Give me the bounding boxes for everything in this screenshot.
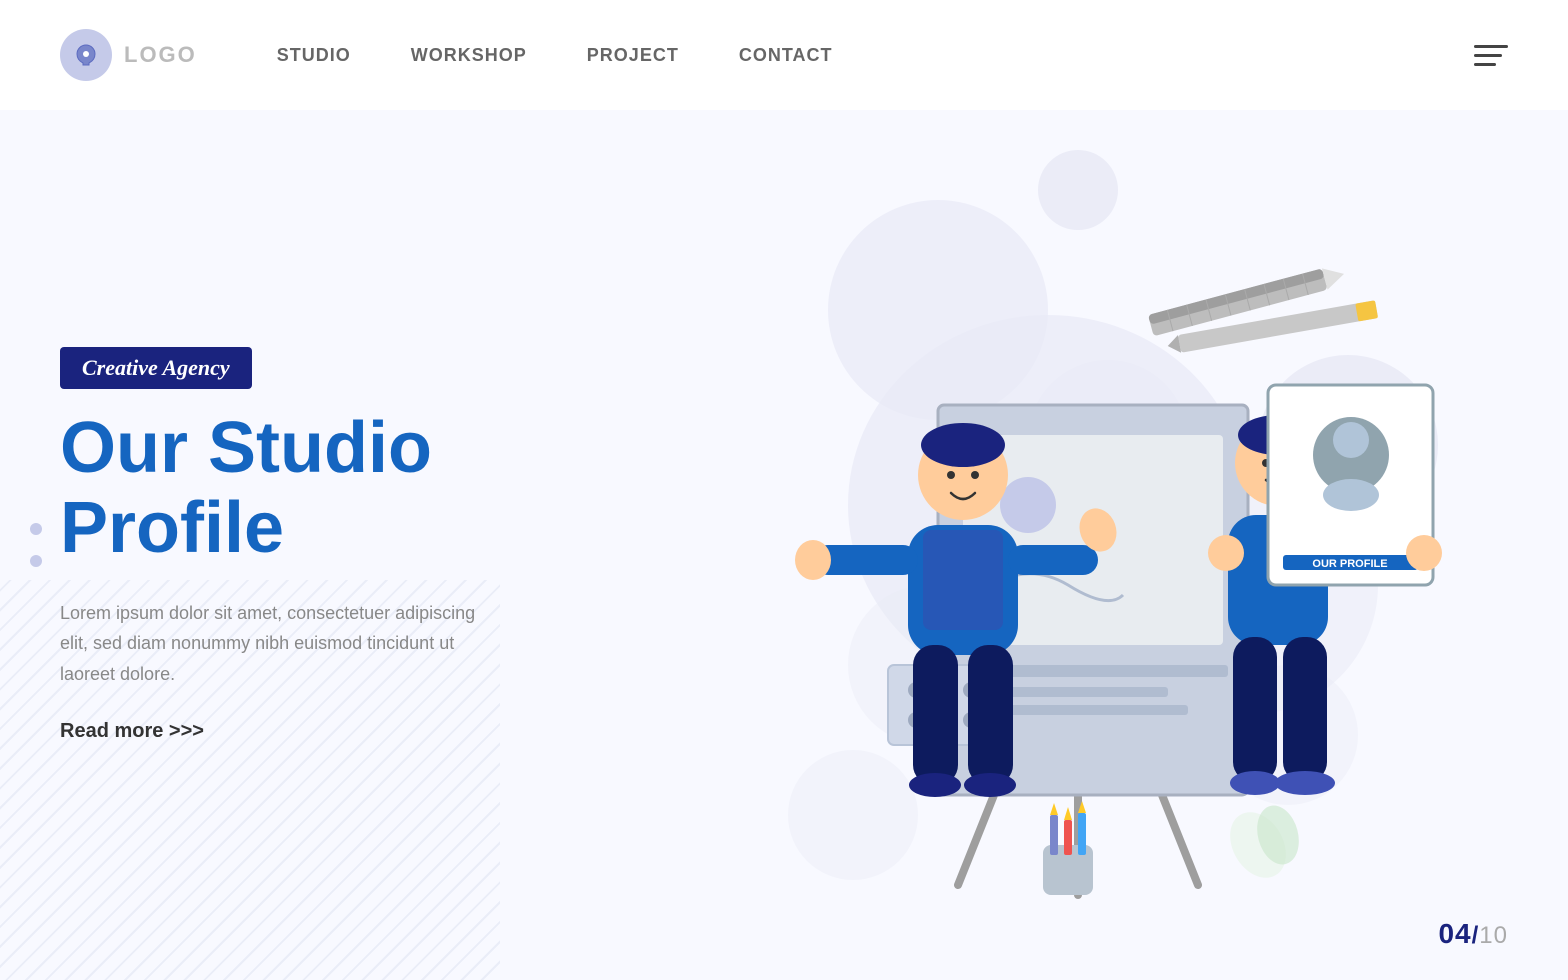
- dot-2: [30, 555, 42, 567]
- navbar: LOGO STUDIO WORKSHOP PROJECT CONTACT: [0, 0, 1568, 110]
- page-counter: 04/10: [1438, 918, 1508, 950]
- nav-contact[interactable]: CONTACT: [739, 45, 833, 66]
- hamburger-menu[interactable]: [1474, 45, 1508, 66]
- nav-workshop[interactable]: WORKSHOP: [411, 45, 527, 66]
- hamburger-line-2: [1474, 54, 1502, 57]
- dot-1: [30, 523, 42, 535]
- logo-icon: [60, 29, 112, 81]
- nav-project[interactable]: PROJECT: [587, 45, 679, 66]
- hero-title-line1: Our Studio: [60, 408, 432, 488]
- right-panel: OUR PROFILE: [580, 110, 1568, 980]
- hero-title: Our Studio Profile: [60, 409, 520, 567]
- logo-text: LOGO: [124, 42, 197, 68]
- logo-area: LOGO: [60, 29, 197, 81]
- hamburger-line-1: [1474, 45, 1508, 48]
- page-total: 10: [1479, 922, 1508, 949]
- main-content: Creative Agency Our Studio Profile Lorem…: [0, 110, 1568, 980]
- hamburger-line-3: [1474, 63, 1496, 66]
- side-dots: [30, 523, 42, 567]
- hero-title-line2: Profile: [60, 488, 284, 568]
- hero-description: Lorem ipsum dolor sit amet, consectetuer…: [60, 598, 480, 690]
- creative-badge: Creative Agency: [60, 347, 252, 389]
- svg-text:OUR PROFILE: OUR PROFILE: [1312, 558, 1387, 570]
- page-current: 04: [1438, 918, 1471, 949]
- left-panel: Creative Agency Our Studio Profile Lorem…: [0, 307, 580, 782]
- nav-studio[interactable]: STUDIO: [277, 45, 351, 66]
- nav-links: STUDIO WORKSHOP PROJECT CONTACT: [277, 45, 1474, 66]
- read-more-link[interactable]: Read more >>>: [60, 720, 204, 743]
- hero-illustration: OUR PROFILE: [668, 185, 1488, 905]
